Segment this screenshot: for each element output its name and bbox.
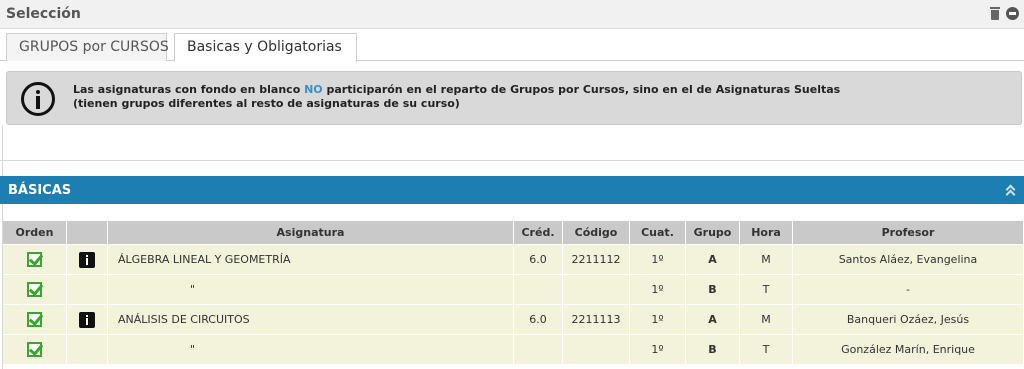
table-row: " 1º B T González Marín, Enrique — [3, 335, 1023, 365]
notice-highlight: NO — [304, 83, 323, 96]
hora-cell: M — [740, 305, 792, 335]
asignatura-cell: " — [108, 275, 513, 305]
cuatrimestre-cell: 1º — [630, 245, 685, 275]
grupo-cell: B — [686, 335, 739, 365]
trash-icon[interactable] — [990, 7, 1000, 20]
col-creditos: Créd. — [514, 221, 562, 245]
creditos-cell — [514, 335, 562, 365]
profesor-cell: Santos Aláez, Evangelina — [793, 245, 1023, 275]
codigo-cell: 2211113 — [563, 305, 629, 335]
col-profesor: Profesor — [793, 221, 1023, 245]
panel-header: Selección — [0, 0, 1024, 29]
cuatrimestre-cell: 1º — [630, 335, 685, 365]
collapse-icon[interactable] — [1005, 184, 1016, 200]
col-asignatura: Asignatura — [108, 221, 513, 245]
notice-line1-post: participarón en el reparto de Grupos por… — [322, 83, 841, 96]
header-icons — [990, 7, 1019, 20]
col-info — [67, 221, 107, 245]
cuatrimestre-cell: 1º — [630, 275, 685, 305]
hora-cell: M — [740, 245, 792, 275]
panel-title: Selección — [6, 6, 81, 22]
checkbox-checked[interactable] — [27, 282, 42, 297]
creditos-cell — [514, 275, 562, 305]
tab-grupos-por-cursos[interactable]: GRUPOS por CURSOS — [6, 33, 169, 61]
subjects-table: Orden Asignatura Créd. Código Cuat. Grup… — [2, 221, 1024, 365]
minimize-icon[interactable] — [1006, 7, 1019, 20]
info-notice: Las asignaturas con fondo en blanco NO p… — [6, 71, 1022, 125]
col-orden: Orden — [3, 221, 66, 245]
tab-basicas-obligatorias[interactable]: Basicas y Obligatorias — [174, 33, 357, 62]
profesor-cell: Banqueri Ozáez, Jesús — [793, 305, 1023, 335]
asignatura-cell: ANÁLISIS DE CIRCUITOS — [108, 305, 513, 335]
checkbox-checked[interactable] — [27, 342, 42, 357]
section-header-basicas[interactable]: BÁSICAS — [0, 176, 1024, 204]
info-cell — [67, 275, 107, 305]
col-hora: Hora — [740, 221, 792, 245]
codigo-cell — [563, 335, 629, 365]
notice-text: Las asignaturas con fondo en blanco NO p… — [73, 83, 840, 111]
info-icon[interactable] — [79, 251, 95, 268]
table-row: ÁLGEBRA LINEAL Y GEOMETRÍA 6.0 2211112 1… — [3, 245, 1023, 275]
info-cell — [67, 335, 107, 365]
divider — [0, 160, 1024, 161]
table-row: ANÁLISIS DE CIRCUITOS 6.0 2211113 1º A M… — [3, 305, 1023, 335]
tab-bar: GRUPOS por CURSOS Basicas y Obligatorias — [0, 29, 1024, 62]
table-header-row: Orden Asignatura Créd. Código Cuat. Grup… — [3, 221, 1023, 245]
grupo-cell: A — [686, 245, 739, 275]
info-icon[interactable] — [79, 311, 95, 328]
info-icon — [21, 82, 55, 116]
col-codigo: Código — [563, 221, 629, 245]
grupo-cell: B — [686, 275, 739, 305]
grupo-cell: A — [686, 305, 739, 335]
table-row: " 1º B T - — [3, 275, 1023, 305]
order-cell — [3, 305, 66, 335]
codigo-cell — [563, 275, 629, 305]
asignatura-cell: ÁLGEBRA LINEAL Y GEOMETRÍA — [108, 245, 513, 275]
codigo-cell: 2211112 — [563, 245, 629, 275]
profesor-cell: González Marín, Enrique — [793, 335, 1023, 365]
hora-cell: T — [740, 335, 792, 365]
creditos-cell: 6.0 — [514, 305, 562, 335]
checkbox-checked[interactable] — [27, 312, 42, 327]
profesor-cell: - — [793, 275, 1023, 305]
asignatura-cell: " — [108, 335, 513, 365]
order-cell — [3, 245, 66, 275]
order-cell — [3, 275, 66, 305]
info-cell — [67, 245, 107, 275]
col-grupo: Grupo — [686, 221, 739, 245]
col-cuatrimestre: Cuat. — [630, 221, 685, 245]
notice-line1-pre: Las asignaturas con fondo en blanco — [73, 83, 305, 96]
cuatrimestre-cell: 1º — [630, 305, 685, 335]
hora-cell: T — [740, 275, 792, 305]
notice-line2: (tienen grupos diferentes al resto de as… — [73, 97, 460, 110]
section-title: BÁSICAS — [8, 183, 72, 198]
order-cell — [3, 335, 66, 365]
creditos-cell: 6.0 — [514, 245, 562, 275]
info-cell — [67, 305, 107, 335]
checkbox-checked[interactable] — [27, 252, 42, 267]
